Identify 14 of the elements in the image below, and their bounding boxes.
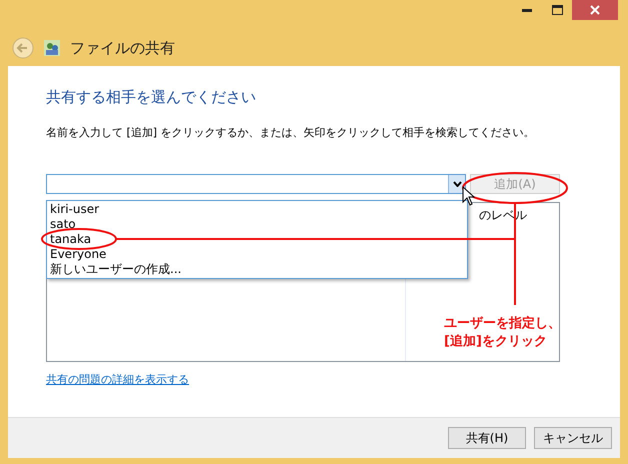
share-button[interactable]: 共有(H) [448,427,526,449]
instruction-text: 名前を入力して [追加] をクリックするか、または、矢印をクリックして相手を検索してください。 [46,125,536,140]
name-combo-field[interactable] [46,174,466,194]
dropdown-item[interactable]: tanaka [47,232,467,247]
dialog-heading: 共有する相手を選んでください [46,88,257,107]
annotation-text: ユーザーを指定し、 [追加]をクリック [444,315,561,351]
details-link[interactable]: 共有の問題の詳細を表示する [46,372,189,387]
dropdown-item[interactable]: 新しいユーザーの作成... [47,262,467,277]
dropdown-item[interactable]: Everyone [47,247,467,262]
close-button[interactable] [572,0,618,20]
cancel-button[interactable]: キャンセル [534,427,612,449]
close-icon[interactable] [590,5,600,15]
users-icon [44,40,60,56]
window-title: ファイルの共有 [70,38,175,58]
